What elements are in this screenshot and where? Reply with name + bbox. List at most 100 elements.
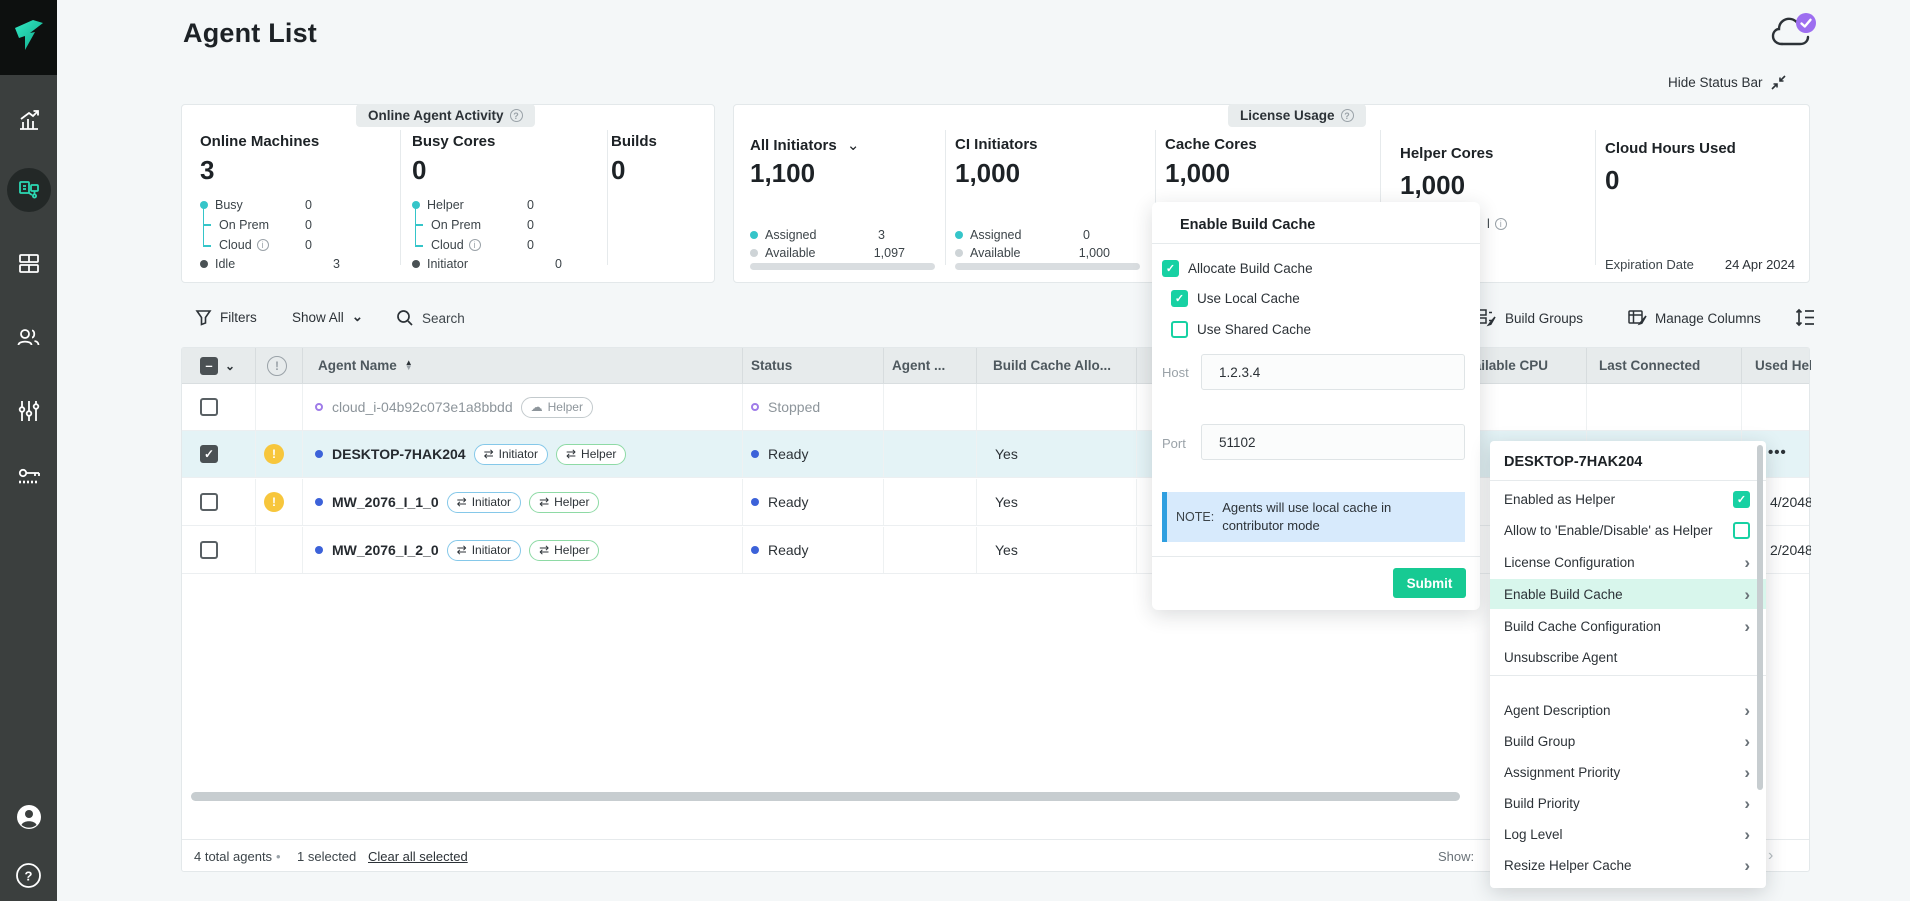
submit-button[interactable]: Submit xyxy=(1393,568,1466,598)
sliders-icon xyxy=(16,398,42,424)
badge-label: Initiator xyxy=(472,495,511,509)
note-label: NOTE: xyxy=(1176,510,1214,524)
chevron-down-icon: ⌄ xyxy=(847,137,860,154)
menu-item-enable-build-cache[interactable]: Enable Build Cache › xyxy=(1490,579,1766,609)
manage-columns-icon xyxy=(1628,309,1647,327)
menu-item-build-priority[interactable]: Build Priority › xyxy=(1490,788,1766,818)
chevron-right-icon: › xyxy=(1744,586,1750,603)
chart-icon xyxy=(16,107,42,133)
use-local-cache-option[interactable]: ✓ Use Local Cache xyxy=(1171,290,1300,307)
menu-item-unsubscribe-agent[interactable]: Unsubscribe Agent xyxy=(1490,642,1766,672)
clear-selection-link[interactable]: Clear all selected xyxy=(368,849,468,864)
menu-item-assignment-priority[interactable]: Assignment Priority › xyxy=(1490,757,1766,787)
build-groups-button[interactable]: Build Groups xyxy=(1478,309,1583,327)
row-checkbox[interactable]: ✓ xyxy=(200,445,218,463)
row-height-button[interactable] xyxy=(1794,307,1816,328)
question-icon[interactable]: ? xyxy=(510,109,523,122)
metric-row: Idle 3 xyxy=(200,257,340,271)
license-usage-pill-label: License Usage xyxy=(1240,108,1335,123)
sidebar-item-users[interactable] xyxy=(0,320,57,354)
pagination-next-icon[interactable]: › xyxy=(1768,847,1773,865)
helper-badge: ⇄ Helper xyxy=(529,492,599,513)
initiator-badge: ⇄ Initiator xyxy=(474,444,548,465)
table-row[interactable]: cloud_i-04b92c073e1a8bbdd ☁ Helper Stopp… xyxy=(182,384,1809,431)
row-actions-button[interactable]: ••• xyxy=(1768,444,1787,461)
helper-cores-title: Helper Cores xyxy=(1400,145,1493,162)
context-menu-scrollbar[interactable] xyxy=(1757,445,1763,790)
metric-row: Helper 0 xyxy=(412,198,534,212)
question-icon[interactable]: ? xyxy=(1341,109,1354,122)
online-activity-pill-label: Online Agent Activity xyxy=(368,108,504,123)
row-checkbox[interactable] xyxy=(200,541,218,559)
sidebar-item-account[interactable] xyxy=(0,800,57,834)
manage-columns-button[interactable]: Manage Columns xyxy=(1628,309,1761,327)
online-machines-value: 3 xyxy=(200,155,214,186)
row-checkbox[interactable] xyxy=(200,493,218,511)
sidebar-item-license[interactable] xyxy=(0,462,57,496)
row-checkbox[interactable] xyxy=(200,398,218,416)
status-header[interactable]: Status xyxy=(742,348,883,383)
horizontal-scrollbar[interactable] xyxy=(191,792,1460,801)
exclaim-glyph: ! xyxy=(272,447,276,461)
swap-icon: ⇄ xyxy=(484,447,494,461)
occluded-text-fragment: l i xyxy=(1487,217,1507,231)
warning-icon[interactable]: ! xyxy=(264,444,284,464)
collapse-icon xyxy=(1770,74,1787,91)
metric-label: Busy xyxy=(215,198,243,212)
sidebar-item-dashboard[interactable] xyxy=(0,102,57,138)
host-input[interactable]: 1.2.3.4 xyxy=(1201,354,1465,390)
check-icon: ✓ xyxy=(1737,493,1746,506)
hide-status-bar-button[interactable]: Hide Status Bar xyxy=(1668,74,1787,91)
sidebar-item-help[interactable]: ? xyxy=(0,858,57,892)
checkbox-unchecked[interactable] xyxy=(1171,321,1188,338)
select-all-checkbox[interactable]: – xyxy=(200,357,218,375)
menu-item-enabled-as-helper[interactable]: Enabled as Helper ✓ xyxy=(1490,484,1766,514)
metric-value: 0 xyxy=(305,198,312,212)
menu-item-build-cache-configuration[interactable]: Build Cache Configuration › xyxy=(1490,611,1766,641)
allocate-build-cache-option[interactable]: ✓ Allocate Build Cache xyxy=(1162,260,1313,277)
agent-name-header[interactable]: Agent Name ▲ ▼ xyxy=(302,348,742,383)
info-icon[interactable]: i xyxy=(469,239,481,251)
used-helper-header[interactable]: Used Helper Cores xyxy=(1741,348,1811,383)
metric-row: Cloud i 0 xyxy=(219,238,312,252)
sidebar-item-agents[interactable] xyxy=(0,168,57,212)
host-value: 1.2.3.4 xyxy=(1219,365,1260,380)
checkbox-unchecked[interactable] xyxy=(1733,522,1750,539)
menu-item-agent-description[interactable]: Agent Description › xyxy=(1490,695,1766,725)
checkbox-checked[interactable]: ✓ xyxy=(1171,290,1188,307)
menu-item-allow-enable-disable[interactable]: Allow to 'Enable/Disable' as Helper xyxy=(1490,515,1766,545)
all-initiators-title[interactable]: All Initiators ⌄ xyxy=(750,136,859,154)
checkbox-checked[interactable]: ✓ xyxy=(1162,260,1179,277)
alerts-column-header: ! xyxy=(255,348,302,383)
checkbox-checked[interactable]: ✓ xyxy=(1733,491,1750,508)
build-cache-cell xyxy=(976,384,1136,430)
show-all-dropdown[interactable]: Show All ⌄ xyxy=(292,309,363,325)
port-input[interactable]: 51102 xyxy=(1201,424,1465,460)
search-button[interactable]: Search xyxy=(396,309,465,327)
agent-truncated-header[interactable]: Agent ... xyxy=(883,348,976,383)
info-icon[interactable]: i xyxy=(257,239,269,251)
menu-item-resize-helper-cache[interactable]: Resize Helper Cache › xyxy=(1490,850,1766,880)
filter-icon xyxy=(195,309,212,326)
build-cache-header[interactable]: Build Cache Allo... xyxy=(976,348,1136,383)
filters-button[interactable]: Filters xyxy=(195,309,257,326)
status-text: Ready xyxy=(768,542,808,558)
agent-name-header-label: Agent Name xyxy=(318,358,397,373)
menu-item-license-configuration[interactable]: License Configuration › xyxy=(1490,547,1766,577)
sort-icon[interactable]: ▲ ▼ xyxy=(405,361,413,370)
status-text: Ready xyxy=(768,494,808,510)
chevron-down-icon[interactable]: ⌄ xyxy=(225,359,235,373)
warning-icon[interactable]: ! xyxy=(264,492,284,512)
menu-item-build-group[interactable]: Build Group › xyxy=(1490,726,1766,756)
exclaim-glyph: ! xyxy=(272,495,276,509)
boards-icon xyxy=(16,250,42,276)
last-connected-header[interactable]: Last Connected xyxy=(1586,348,1741,383)
menu-item-log-level[interactable]: Log Level › xyxy=(1490,819,1766,849)
sidebar-item-settings[interactable] xyxy=(0,394,57,428)
sidebar-item-builds[interactable] xyxy=(0,246,57,280)
use-shared-cache-option[interactable]: Use Shared Cache xyxy=(1171,321,1311,338)
info-icon[interactable]: i xyxy=(1495,218,1507,230)
metric-label: Available xyxy=(765,246,816,260)
select-all-header[interactable]: – ⌄ xyxy=(182,348,255,383)
cloud-status-button[interactable] xyxy=(1770,10,1818,52)
